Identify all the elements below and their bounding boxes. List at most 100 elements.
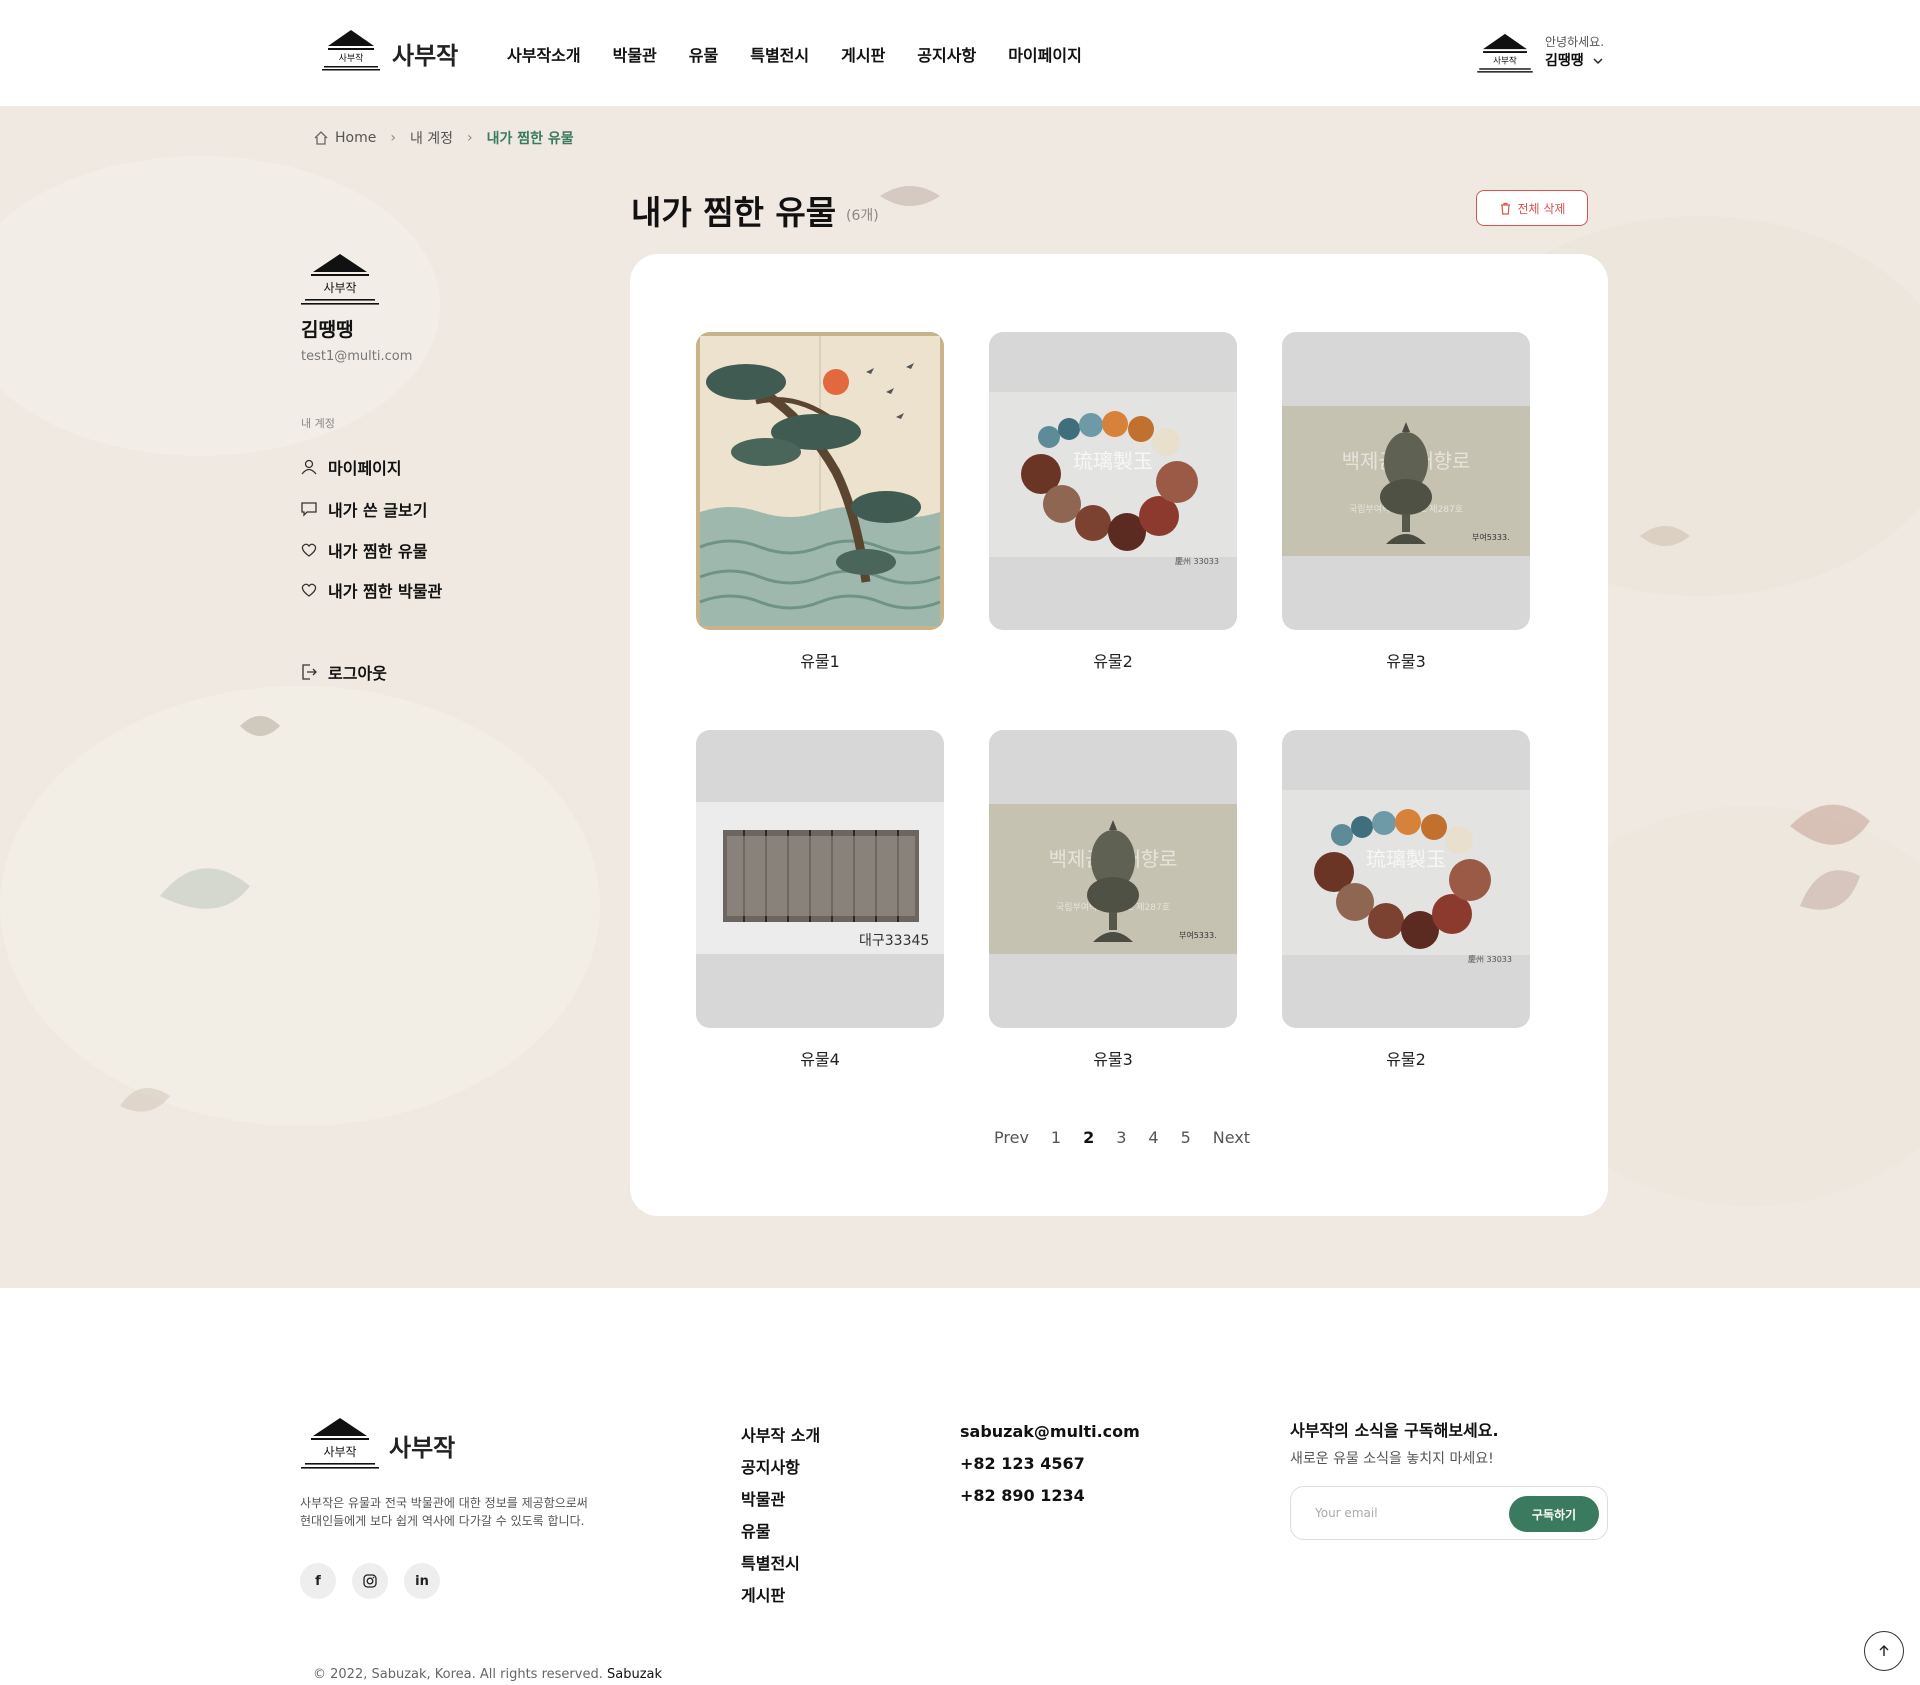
contact-email[interactable]: sabuzak@multi.com (960, 1422, 1140, 1454)
footer-link-notice[interactable]: 공지사항 (741, 1454, 820, 1486)
email-field[interactable]: Your email (1315, 1506, 1378, 1520)
relic-code: 대구33345 (859, 933, 930, 949)
heart-icon (301, 583, 317, 597)
chevron-down-icon (1592, 58, 1603, 65)
nav-item-relics[interactable]: 유물 (689, 42, 718, 66)
brand-name[interactable]: 사부작 (392, 36, 458, 71)
nav-item-museum[interactable]: 박물관 (613, 42, 657, 66)
relic-label[interactable]: 유물4 (696, 1046, 944, 1070)
logout-icon (302, 664, 317, 680)
incense-burner-illustration (1087, 820, 1139, 942)
sidebar-item-liked-relics[interactable]: 내가 찜한 유물 (300, 538, 427, 562)
pagination-page[interactable]: 3 (1116, 1128, 1126, 1147)
sidebar-section-title: 내 계정 (301, 417, 335, 430)
delete-all-button[interactable]: 전체 삭제 (1476, 190, 1588, 226)
chat-icon (301, 502, 317, 517)
footer-contact: sabuzak@multi.com +82 123 4567 +82 890 1… (960, 1422, 1140, 1518)
copyright-text: © 2022, Sabuzak, Korea. All rights reser… (313, 1667, 603, 1682)
instagram-glyph (363, 1574, 377, 1588)
delete-all-label: 전체 삭제 (1517, 201, 1566, 216)
heart-icon (301, 543, 317, 557)
subscribe-button[interactable]: 구독하기 (1509, 1496, 1599, 1532)
sidebar-item-my-posts[interactable]: 내가 쓴 글보기 (300, 497, 427, 521)
footer-link-about[interactable]: 사부작 소개 (741, 1422, 820, 1454)
relic-image-folding-screen[interactable]: 대구33345 (696, 730, 944, 1028)
svg-text:사부작: 사부작 (323, 281, 356, 295)
logout-button[interactable]: 로그아웃 (300, 660, 387, 684)
nav-item-mypage[interactable]: 마이페이지 (1008, 42, 1082, 66)
relic-code: 慶州 33033 (1175, 557, 1219, 566)
relic-card[interactable]: 琉璃製玉 慶州 33033 유물2 (1282, 730, 1530, 1070)
folding-screen-illustration (723, 830, 919, 922)
footer-link-relics[interactable]: 유물 (741, 1518, 820, 1550)
pagination-page[interactable]: 4 (1148, 1128, 1158, 1147)
copyright-brand[interactable]: Sabuzak (607, 1667, 662, 1682)
relic-image-bead-bracelet[interactable]: 琉璃製玉 慶州 33033 (1282, 730, 1530, 1028)
relic-card[interactable]: 琉璃製玉 慶州 33033 유물2 (989, 332, 1237, 672)
relic-card[interactable]: 대구33345 유물4 (696, 730, 944, 1070)
footer-brand: 사부작 (389, 1434, 456, 1462)
logo-icon[interactable]: 사부작 (322, 28, 380, 72)
nav-item-board[interactable]: 게시판 (841, 42, 885, 66)
avatar[interactable]: 사부작 (1477, 32, 1533, 74)
relic-label[interactable]: 유물2 (989, 648, 1237, 672)
user-name[interactable]: 김땡땡 (1545, 53, 1584, 69)
relic-code: 慶州 33033 (1468, 955, 1512, 964)
pagination-prev[interactable]: Prev (994, 1128, 1029, 1147)
logout-label: 로그아웃 (328, 664, 387, 683)
relic-image-incense-burner[interactable]: 백제금동대향로 국립부여박물관 국보 제287호 부여5333. (1282, 332, 1530, 630)
contact-phone[interactable]: +82 890 1234 (960, 1486, 1140, 1518)
relic-label[interactable]: 유물1 (696, 648, 944, 672)
pagination-page[interactable]: 5 (1181, 1128, 1191, 1147)
relic-label[interactable]: 유물3 (989, 1046, 1237, 1070)
breadcrumb-separator: › (390, 130, 396, 146)
footer-logo[interactable]: 사부작 (301, 1416, 379, 1472)
relic-card[interactable]: 백제금동대향로 국립부여박물관 국보 제287호 부여5333. 유물3 (1282, 332, 1530, 672)
home-icon[interactable] (313, 130, 329, 146)
sidebar-item-label: 내가 찜한 유물 (328, 542, 428, 561)
beads-illustration (1021, 411, 1198, 551)
relic-card[interactable]: 백제금동대향로 국립부여박물관 국보 제287호 부여5333. 유물3 (989, 730, 1237, 1070)
svg-text:사부작: 사부작 (1493, 56, 1517, 67)
footer-description: 사부작은 유물과 전국 박물관에 대한 정보를 제공함으로써 현대인들에게 보다… (300, 1494, 640, 1530)
relic-code: 부여5333. (1472, 533, 1510, 542)
profile-logo: 사부작 (301, 254, 379, 305)
pagination-next[interactable]: Next (1213, 1128, 1250, 1147)
relic-image-pine-cranes[interactable] (696, 332, 944, 630)
painting-illustration (696, 332, 944, 630)
subscribe-form: Your email 구독하기 (1290, 1486, 1608, 1540)
relic-image-incense-burner[interactable]: 백제금동대향로 국립부여박물관 국보 제287호 부여5333. (989, 730, 1237, 1028)
footer-link-museum[interactable]: 박물관 (741, 1486, 820, 1518)
breadcrumb-separator: › (467, 130, 473, 146)
sidebar-item-mypage[interactable]: 마이페이지 (300, 455, 402, 479)
relic-label[interactable]: 유물3 (1282, 648, 1530, 672)
pagination-page-current[interactable]: 2 (1083, 1128, 1094, 1147)
profile-name: 김땡땡 (301, 319, 354, 341)
nav-item-exhibition[interactable]: 특별전시 (750, 42, 809, 66)
sidebar-item-liked-museums[interactable]: 내가 찜한 박물관 (300, 578, 442, 602)
linkedin-icon[interactable]: in (404, 1563, 440, 1599)
scroll-top-button[interactable] (1864, 1631, 1904, 1671)
user-menu[interactable]: 김땡땡 (1545, 50, 1603, 70)
relic-label[interactable]: 유물2 (1282, 1046, 1530, 1070)
facebook-icon[interactable]: f (300, 1563, 336, 1599)
item-count: (6개) (846, 208, 879, 224)
breadcrumb-current: 내가 찜한 유물 (486, 131, 574, 147)
svg-text:사부작: 사부작 (323, 1445, 356, 1459)
breadcrumb-home[interactable]: Home (335, 130, 376, 146)
nav-item-notice[interactable]: 공지사항 (917, 42, 976, 66)
relic-image-bead-bracelet[interactable]: 琉璃製玉 慶州 33033 (989, 332, 1237, 630)
footer-link-exhibition[interactable]: 특별전시 (741, 1550, 820, 1582)
pagination-page[interactable]: 1 (1051, 1128, 1061, 1147)
sidebar-item-label: 내가 찜한 박물관 (328, 582, 443, 601)
arrow-up-icon (1879, 1645, 1889, 1656)
beads-illustration (1314, 809, 1491, 949)
relic-card[interactable]: 유물1 (696, 332, 944, 672)
instagram-icon[interactable] (352, 1563, 388, 1599)
breadcrumb-account[interactable]: 내 계정 (410, 128, 453, 148)
sidebar-item-label: 마이페이지 (328, 459, 402, 478)
overlay-title: 琉璃製玉 (1073, 449, 1153, 473)
contact-phone[interactable]: +82 123 4567 (960, 1454, 1140, 1486)
nav-item-about[interactable]: 사부작소개 (507, 42, 581, 66)
footer-link-board[interactable]: 게시판 (741, 1582, 820, 1614)
